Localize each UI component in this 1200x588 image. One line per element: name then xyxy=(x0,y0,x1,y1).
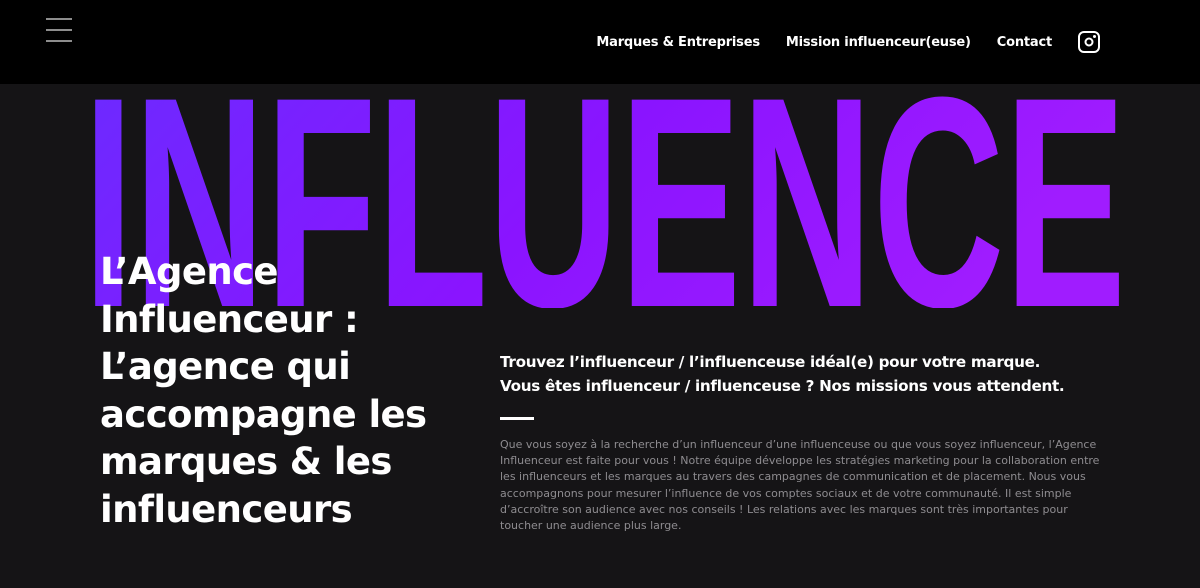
nav-link-marques-entreprises[interactable]: Marques & Entreprises xyxy=(596,35,760,50)
tagline-line-influencers: Vous êtes influenceur / influenceuse ? N… xyxy=(500,377,1065,395)
hamburger-menu-icon[interactable] xyxy=(46,18,72,42)
instagram-icon[interactable] xyxy=(1078,31,1100,53)
nav-link-contact[interactable]: Contact xyxy=(997,35,1052,50)
site-header: Marques & Entreprises Mission influenceu… xyxy=(0,0,1200,84)
hero-tagline: Trouvez l’influenceur / l’influenceuse i… xyxy=(500,350,1140,398)
hero-description: Que vous soyez à la recherche d’un influ… xyxy=(500,438,1100,533)
section-divider xyxy=(500,417,534,420)
main-nav: Marques & Entreprises Mission influenceu… xyxy=(596,28,1100,56)
tagline-line-brands: Trouvez l’influenceur / l’influenceuse i… xyxy=(500,353,1041,371)
hero-title: L’Agence Influenceur : L’agence qui acco… xyxy=(100,250,427,531)
page: Marques & Entreprises Mission influenceu… xyxy=(0,0,1200,588)
nav-link-mission-influenceur[interactable]: Mission influenceur(euse) xyxy=(786,35,971,50)
